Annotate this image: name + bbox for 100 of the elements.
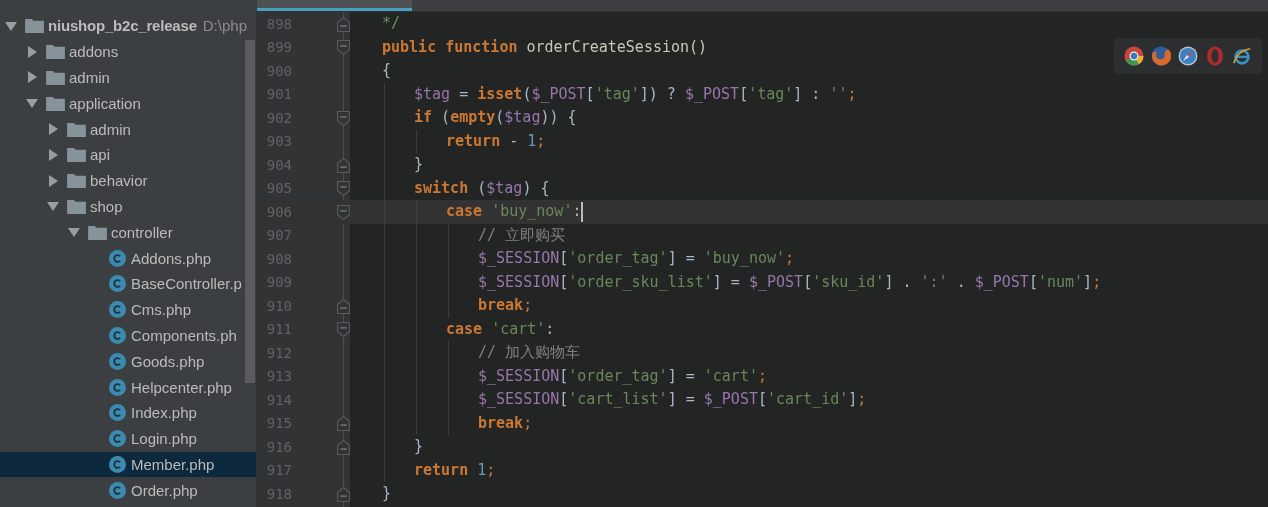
tree-item[interactable]: Goods.php [0, 348, 256, 375]
code-line: */ [382, 14, 401, 32]
tree-label: admin [90, 120, 131, 138]
code-line: return - 1; [446, 131, 546, 150]
tree-label: behavior [90, 172, 148, 190]
tree-item[interactable]: admin [0, 116, 256, 142]
code-line: } [382, 484, 392, 502]
tree-label: application [69, 94, 141, 112]
tree-item[interactable]: BaseController.p [0, 270, 256, 297]
browser-icon[interactable] [1232, 46, 1252, 66]
code-line: $_SESSION['order_sku_list'] = $_POST['sku_id'] . ':' . $_POST['num']; [478, 272, 1102, 291]
tree-item[interactable]: Components.ph [0, 322, 256, 349]
code-line: $_SESSION['order_tag'] = 'cart'; [478, 366, 767, 385]
class-file-icon [109, 352, 126, 370]
path-label: D:\php [202, 17, 247, 35]
code-line: { [382, 61, 392, 79]
expand-arrow-icon[interactable] [47, 123, 59, 136]
fold-icon[interactable] [337, 110, 350, 126]
code-line: case 'buy_now': [446, 202, 582, 220]
folder-icon [46, 95, 65, 111]
code-line: break; [478, 413, 533, 432]
tree-label: Addons.php [131, 249, 212, 267]
tree-label: api [90, 146, 111, 164]
class-file-icon [109, 275, 126, 293]
tree-label: Helpcenter.php [131, 378, 232, 396]
folder-icon [67, 173, 86, 189]
tree-item[interactable]: api [0, 142, 256, 168]
scrollbar[interactable] [245, 40, 255, 383]
expand-arrow-icon[interactable] [47, 174, 59, 187]
browser-icon[interactable] [1178, 46, 1198, 66]
fold-icon[interactable] [337, 181, 350, 196]
class-file-icon [109, 249, 126, 267]
fold-icon[interactable] [337, 416, 350, 431]
code-line: $tag = isset($_POST['tag']) ? $_POST['tag'] : ''; [414, 84, 857, 103]
tree-item[interactable]: Helpcenter.php [0, 374, 256, 400]
code-line: } [414, 437, 424, 455]
expand-arrow-icon[interactable] [47, 200, 59, 213]
class-file-icon [109, 404, 126, 422]
tree-label: Member.php [131, 455, 215, 473]
tree-label: Order.php [131, 481, 198, 499]
fold-icon[interactable] [337, 322, 350, 337]
tree-item[interactable]: behavior [0, 167, 256, 194]
tree-label: Index.php [131, 404, 197, 422]
fold-icon[interactable] [337, 157, 350, 173]
tree-label: niushop_b2c_release [48, 17, 197, 35]
expand-arrow-icon[interactable] [26, 71, 38, 84]
expand-arrow-icon[interactable] [26, 97, 38, 110]
editor-tab[interactable] [257, 0, 412, 11]
code-line: if (empty($tag)) { [414, 108, 577, 126]
fold-icon[interactable] [337, 40, 350, 55]
code-line: $_SESSION['cart_list'] = $_POST['cart_id']; [478, 390, 867, 408]
fold-icon[interactable] [337, 298, 350, 314]
code-line: } [414, 155, 424, 173]
tree-item[interactable]: application [0, 90, 256, 117]
tree-item[interactable]: shop [0, 193, 256, 220]
tree-item[interactable]: admin [0, 64, 256, 91]
tree-label: Components.ph [131, 326, 237, 344]
fold-icon[interactable] [337, 439, 350, 455]
code-line: $_SESSION['order_tag'] = 'buy_now'; [478, 249, 795, 267]
tree-label: Cms.php [131, 301, 192, 319]
class-file-icon [109, 481, 126, 499]
class-file-icon [109, 430, 126, 448]
tree-item[interactable]: Cms.php [0, 296, 256, 323]
fold-icon[interactable] [337, 486, 350, 502]
tree-label: admin [69, 69, 110, 86]
expand-arrow-icon[interactable] [47, 148, 59, 161]
code-line: break; [478, 296, 533, 314]
tree-item[interactable]: controller [0, 219, 256, 246]
code-line: case 'cart': [446, 319, 555, 338]
tree-item[interactable]: addons [0, 38, 256, 65]
class-file-icon [109, 378, 126, 396]
code-line: public function orderCreateSession() [382, 37, 708, 56]
code-line: // 立即购买 [478, 225, 566, 244]
tree-item[interactable]: Member.php [0, 451, 256, 478]
tree-item[interactable]: niushop_b2c_release D:\php [0, 13, 256, 39]
folder-icon [25, 18, 44, 34]
expand-arrow-icon[interactable] [68, 226, 80, 239]
tree-item[interactable]: Index.php [0, 399, 256, 426]
tree-item[interactable]: Login.php [0, 425, 256, 452]
expand-arrow-icon[interactable] [26, 45, 38, 58]
code-line: switch ($tag) { [414, 178, 550, 197]
expand-arrow-icon[interactable] [5, 19, 17, 32]
tree-label: addons [69, 43, 119, 61]
class-file-icon [109, 326, 126, 344]
class-file-icon [109, 455, 126, 473]
fold-icon[interactable] [337, 16, 350, 32]
text-cursor [581, 201, 584, 222]
class-file-icon [109, 301, 126, 319]
browser-icon[interactable] [1124, 46, 1144, 66]
folder-icon [67, 121, 86, 137]
fold-icon[interactable] [337, 204, 350, 220]
tree-item[interactable]: Order.php [0, 477, 256, 504]
tree-label: shop [90, 197, 123, 215]
tree-label: Login.php [131, 430, 197, 448]
folder-icon [88, 224, 107, 240]
tree-label: controller [111, 223, 173, 241]
folder-icon [67, 198, 86, 214]
tree-item[interactable]: Addons.php [0, 245, 256, 271]
tree-label: Goods.php [131, 352, 205, 370]
code-line: return 1; [414, 460, 496, 479]
